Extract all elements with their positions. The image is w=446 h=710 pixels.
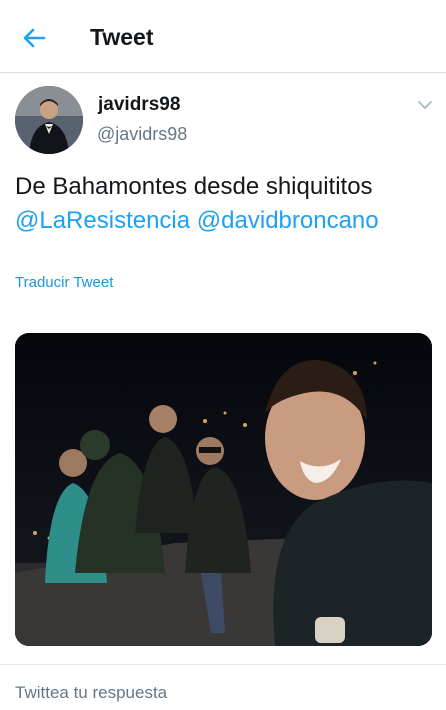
back-button[interactable] <box>20 24 48 52</box>
tweet-text: De Bahamontes desde shiquititos @LaResis… <box>15 170 435 238</box>
mention-laresistencia[interactable]: @LaResistencia <box>15 207 190 234</box>
top-app-bar: Tweet <box>0 0 446 73</box>
reply-input[interactable]: Twittea tu respuesta <box>15 683 167 703</box>
back-arrow-icon <box>23 28 46 48</box>
chevron-down-icon <box>418 101 432 109</box>
display-name[interactable]: javidrs98 <box>98 94 180 116</box>
avatar[interactable] <box>15 86 83 154</box>
user-handle[interactable]: @javidrs98 <box>97 124 187 145</box>
tweet-photo[interactable] <box>15 333 432 646</box>
tweet-body: De Bahamontes desde shiquititos <box>15 173 373 200</box>
translate-tweet-link[interactable]: Traducir Tweet <box>15 274 113 291</box>
tweet-menu-button[interactable] <box>414 94 436 116</box>
mention-davidbroncano[interactable]: @davidbroncano <box>197 207 379 234</box>
reply-divider <box>0 664 446 665</box>
page-title: Tweet <box>90 24 154 50</box>
